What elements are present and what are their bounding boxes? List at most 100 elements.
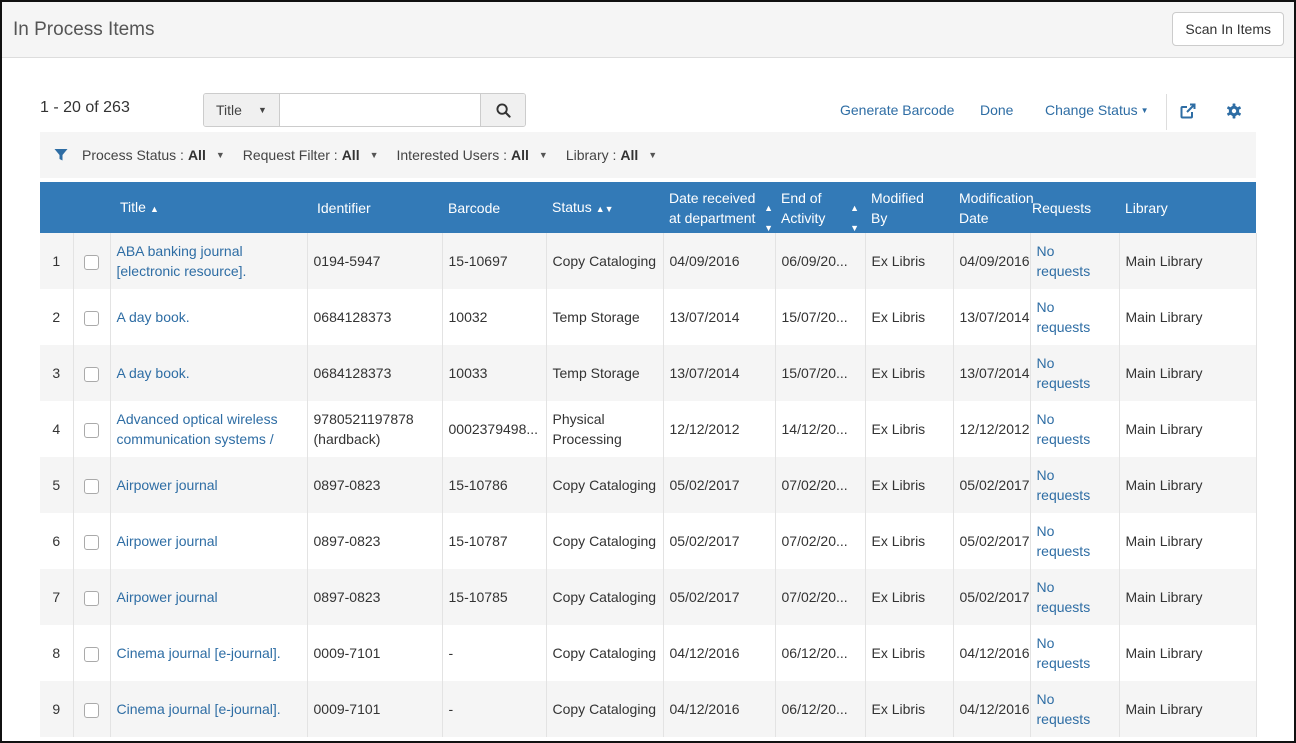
filter-label: Process Status : [82, 147, 184, 163]
barcode-cell: - [442, 681, 547, 737]
requests-cell: No requests [1030, 401, 1120, 457]
filter-library[interactable]: Library : All ▼ [566, 147, 657, 163]
barcode-cell: 10032 [442, 289, 547, 345]
search-field-select[interactable]: Title ▼ [204, 94, 280, 126]
end-activity-cell: 06/12/20... [775, 681, 866, 737]
modified-by-cell: Ex Libris [865, 401, 954, 457]
title-link[interactable]: Advanced optical wireless communication … [117, 411, 278, 447]
title-cell: A day book. [110, 289, 308, 345]
col-label: Requests [1032, 199, 1092, 216]
modified-by-cell: Ex Libris [865, 457, 954, 513]
sort-icon: ▲▼ [764, 203, 773, 233]
change-status-menu[interactable]: Change Status ▼ [1045, 102, 1149, 118]
chevron-down-icon: ▼ [648, 150, 658, 160]
library-cell: Main Library [1119, 625, 1257, 681]
mod-date-cell: 13/07/2014 [953, 289, 1031, 345]
requests-link[interactable]: No requests [1037, 353, 1097, 393]
col-identifier[interactable]: Identifier [307, 182, 442, 233]
barcode-cell: 15-10787 [442, 513, 547, 569]
library-cell: Main Library [1119, 681, 1257, 737]
table-row: 5 Airpower journal 0897-0823 15-10786 Copy C… [40, 457, 1257, 513]
row-number: 9 [40, 681, 74, 737]
end-activity-cell: 06/09/20... [775, 233, 866, 289]
search-input[interactable] [280, 94, 480, 126]
col-mod-date[interactable]: Modification Date [953, 182, 1034, 233]
title-link[interactable]: Cinema journal [e-journal]. [117, 701, 281, 717]
row-checkbox[interactable] [84, 254, 99, 270]
row-checkbox[interactable] [84, 366, 99, 382]
title-cell: Cinema journal [e-journal]. [110, 625, 308, 681]
status-cell: Copy Cataloging [546, 513, 664, 569]
row-checkbox[interactable] [84, 534, 99, 550]
title-link[interactable]: A day book. [117, 309, 190, 325]
requests-link[interactable]: No requests [1037, 409, 1097, 449]
filter-value: All [187, 147, 206, 163]
requests-link[interactable]: No requests [1037, 241, 1097, 281]
generate-barcode-link[interactable]: Generate Barcode [840, 102, 954, 118]
status-cell: Copy Cataloging [546, 569, 664, 625]
requests-link[interactable]: No requests [1037, 633, 1097, 673]
requests-link[interactable]: No requests [1037, 297, 1097, 337]
table-header-row: Title ▲ Identifier Barcode Status ▲▼ Date … [40, 182, 1256, 233]
requests-link[interactable]: No requests [1037, 577, 1097, 617]
filter-label: Interested Users : [396, 147, 508, 163]
gear-icon[interactable] [1225, 102, 1243, 120]
end-activity-cell: 14/12/20... [775, 401, 866, 457]
requests-link[interactable]: No requests [1037, 465, 1097, 505]
date-received-cell: 12/12/2012 [663, 401, 776, 457]
row-number: 7 [40, 569, 74, 625]
scan-in-items-button[interactable]: Scan In Items [1172, 12, 1284, 46]
row-select-cell [73, 457, 111, 513]
sort-icon: ▲▼ [850, 203, 859, 233]
row-checkbox[interactable] [84, 422, 99, 438]
modified-by-cell: Ex Libris [865, 513, 954, 569]
end-activity-cell: 15/07/20... [775, 289, 866, 345]
status-cell: Copy Cataloging [546, 625, 664, 681]
col-end-activity[interactable]: End of Activity ▲ ▼ [775, 182, 865, 234]
caret-down-icon: ▼ [1140, 106, 1149, 115]
requests-link[interactable]: No requests [1037, 689, 1097, 729]
requests-cell: No requests [1030, 625, 1120, 681]
col-date-received[interactable]: Date received at department ▲ ▼ [663, 182, 775, 234]
col-label: End of Activity [781, 189, 826, 226]
row-checkbox[interactable] [84, 478, 99, 494]
row-checkbox[interactable] [84, 590, 99, 606]
col-label: Library [1125, 199, 1168, 216]
title-link[interactable]: Airpower journal [117, 589, 218, 605]
barcode-cell: 0002379498... [442, 401, 547, 457]
app-frame: In Process Items Scan In Items 1 - 20 of… [0, 0, 1296, 743]
search-bar: Title ▼ [203, 93, 526, 127]
title-link[interactable]: Airpower journal [117, 533, 218, 549]
title-link[interactable]: Airpower journal [117, 477, 218, 493]
col-title[interactable]: Title ▲ [110, 182, 307, 233]
title-link[interactable]: ABA banking journal [electronic resource… [117, 243, 247, 279]
chevron-down-icon: ▼ [538, 150, 548, 160]
filter-interested-users[interactable]: Interested Users : All ▼ [397, 147, 548, 163]
col-barcode[interactable]: Barcode [442, 182, 546, 233]
col-requests[interactable]: Requests [1030, 182, 1119, 233]
col-library[interactable]: Library [1119, 182, 1256, 233]
row-checkbox[interactable] [84, 702, 99, 718]
date-received-cell: 05/02/2017 [663, 457, 776, 513]
row-checkbox[interactable] [84, 646, 99, 662]
row-select-cell [73, 513, 111, 569]
modified-by-cell: Ex Libris [865, 345, 954, 401]
col-modified-by[interactable]: Modified By [865, 182, 953, 233]
external-link-icon[interactable] [1179, 102, 1197, 120]
library-cell: Main Library [1119, 289, 1257, 345]
filter-icon[interactable] [54, 148, 68, 162]
col-status[interactable]: Status ▲▼ [546, 182, 663, 233]
status-cell: Copy Cataloging [546, 233, 664, 289]
row-number: 1 [40, 233, 74, 289]
requests-cell: No requests [1030, 345, 1120, 401]
title-link[interactable]: A day book. [117, 365, 190, 381]
mod-date-cell: 13/07/2014 [953, 345, 1031, 401]
filter-request[interactable]: Request Filter : All ▼ [243, 147, 379, 163]
modified-by-cell: Ex Libris [865, 625, 954, 681]
done-link[interactable]: Done [980, 102, 1013, 118]
search-button[interactable] [480, 94, 525, 126]
filter-process-status[interactable]: Process Status : All ▼ [82, 147, 225, 163]
row-checkbox[interactable] [84, 310, 99, 326]
requests-link[interactable]: No requests [1037, 521, 1097, 561]
title-link[interactable]: Cinema journal [e-journal]. [117, 645, 281, 661]
